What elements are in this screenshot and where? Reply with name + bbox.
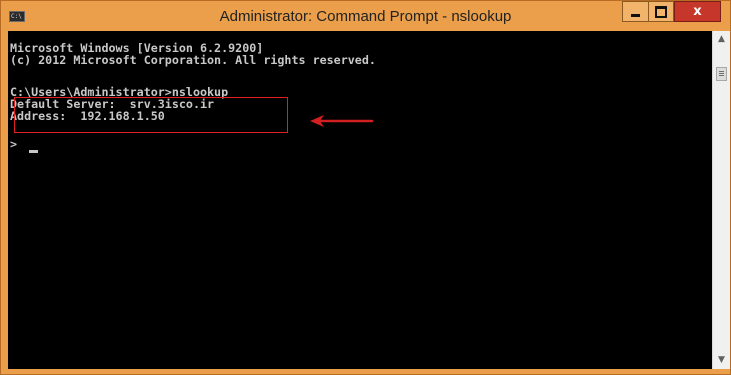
- close-icon: x: [693, 4, 702, 19]
- minimize-button[interactable]: [622, 1, 649, 22]
- command-prompt-window: C:\ Administrator: Command Prompt - nslo…: [0, 0, 731, 375]
- console-prompt: >: [10, 137, 18, 151]
- scroll-down-icon[interactable]: ▼: [713, 352, 730, 369]
- maximize-button[interactable]: [648, 1, 674, 22]
- scroll-up-icon[interactable]: ▲: [713, 31, 730, 48]
- red-arrow-icon: [310, 115, 374, 127]
- vertical-scrollbar[interactable]: ▲ ▼: [712, 31, 730, 369]
- text-cursor: [29, 150, 38, 153]
- console-line: (c) 2012 Microsoft Corporation. All righ…: [10, 53, 376, 67]
- minimize-icon: [631, 14, 640, 17]
- close-button[interactable]: x: [674, 1, 721, 22]
- maximize-icon: [655, 6, 667, 18]
- title-bar[interactable]: C:\ Administrator: Command Prompt - nslo…: [1, 1, 730, 31]
- highlight-box: [14, 97, 288, 133]
- window-title: Administrator: Command Prompt - nslookup: [219, 8, 512, 25]
- scroll-thumb[interactable]: [716, 67, 727, 81]
- console-output[interactable]: Microsoft Windows [Version 6.2.9200] (c)…: [8, 31, 712, 369]
